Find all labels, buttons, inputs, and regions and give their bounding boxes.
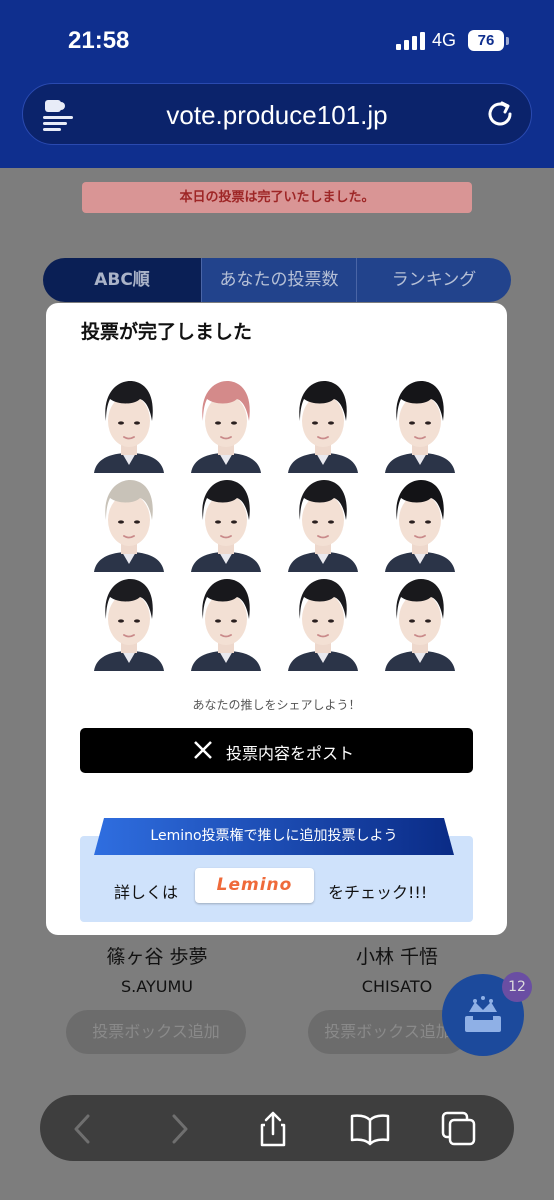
battery-icon: 76 (468, 30, 509, 51)
member-portrait (191, 381, 261, 473)
member-name-jp: 篠ヶ谷 歩夢 (106, 946, 208, 968)
member-portrait (94, 381, 164, 473)
member-portrait (385, 381, 455, 473)
browser-toolbar (40, 1095, 514, 1161)
tabs-icon[interactable] (440, 1110, 478, 1148)
post-to-x-button[interactable]: 投票内容をポスト (80, 728, 473, 773)
lemino-detail-text: 詳しくは (114, 883, 179, 902)
member-portrait (94, 579, 164, 671)
share-prompt: あなたの推しをシェアしよう！ (192, 698, 361, 712)
url-text: vote.produce101.jp (166, 100, 388, 130)
bookmarks-icon[interactable] (348, 1110, 392, 1148)
add-vote-box-button[interactable]: 投票ボックス追加 (66, 1010, 246, 1054)
member-portrait (288, 381, 358, 473)
sort-tabs: ABC順 あなたの投票数 ランキング (43, 258, 511, 302)
share-icon[interactable] (254, 1110, 292, 1148)
signal-icon (396, 32, 426, 50)
status-time: 21:58 (68, 27, 130, 54)
back-icon[interactable] (64, 1110, 102, 1148)
x-logo-icon (194, 741, 212, 759)
modal-title: 投票が完了しました (81, 321, 253, 343)
member-portrait (288, 480, 358, 572)
vote-complete-modal: 投票が完了しました あなたの推しをシェアしよう！ 投票内容をポスト Lemino… (46, 303, 507, 935)
address-bar[interactable]: vote.produce101.jp (22, 83, 532, 145)
member-portrait (94, 480, 164, 572)
vote-complete-notice: 本日の投票は完了いたしました。 (82, 182, 472, 213)
forward-icon[interactable] (160, 1110, 198, 1148)
tab-ranking[interactable]: ランキング (356, 258, 511, 302)
vote-count-badge: 12 (502, 972, 532, 1002)
browser-header: 21:58 4G 76 vote.produce101.jp (0, 0, 554, 168)
network-type: 4G (432, 30, 457, 50)
lemino-logo-button[interactable]: Lemino (195, 868, 314, 903)
reload-icon[interactable] (483, 97, 517, 131)
member-name-jp: 小林 千悟 (355, 946, 439, 968)
tab-my-votes[interactable]: あなたの投票数 (201, 258, 356, 302)
member-card-1: 篠ヶ谷 歩夢 S.AYUMU (57, 942, 257, 996)
crown-box-icon (465, 996, 501, 1032)
lemino-banner-text: Lemino投票権で推しに追加投票しよう (150, 828, 398, 844)
lemino-check-text: をチェック!!! (328, 883, 428, 902)
member-portrait (191, 579, 261, 671)
tab-abc[interactable]: ABC順 (43, 258, 201, 302)
member-portrait (385, 480, 455, 572)
member-portrait (288, 579, 358, 671)
member-portrait (385, 579, 455, 671)
member-portrait (191, 480, 261, 572)
post-button-label: 投票内容をポスト (226, 744, 355, 763)
member-name-en: S.AYUMU (121, 977, 193, 996)
